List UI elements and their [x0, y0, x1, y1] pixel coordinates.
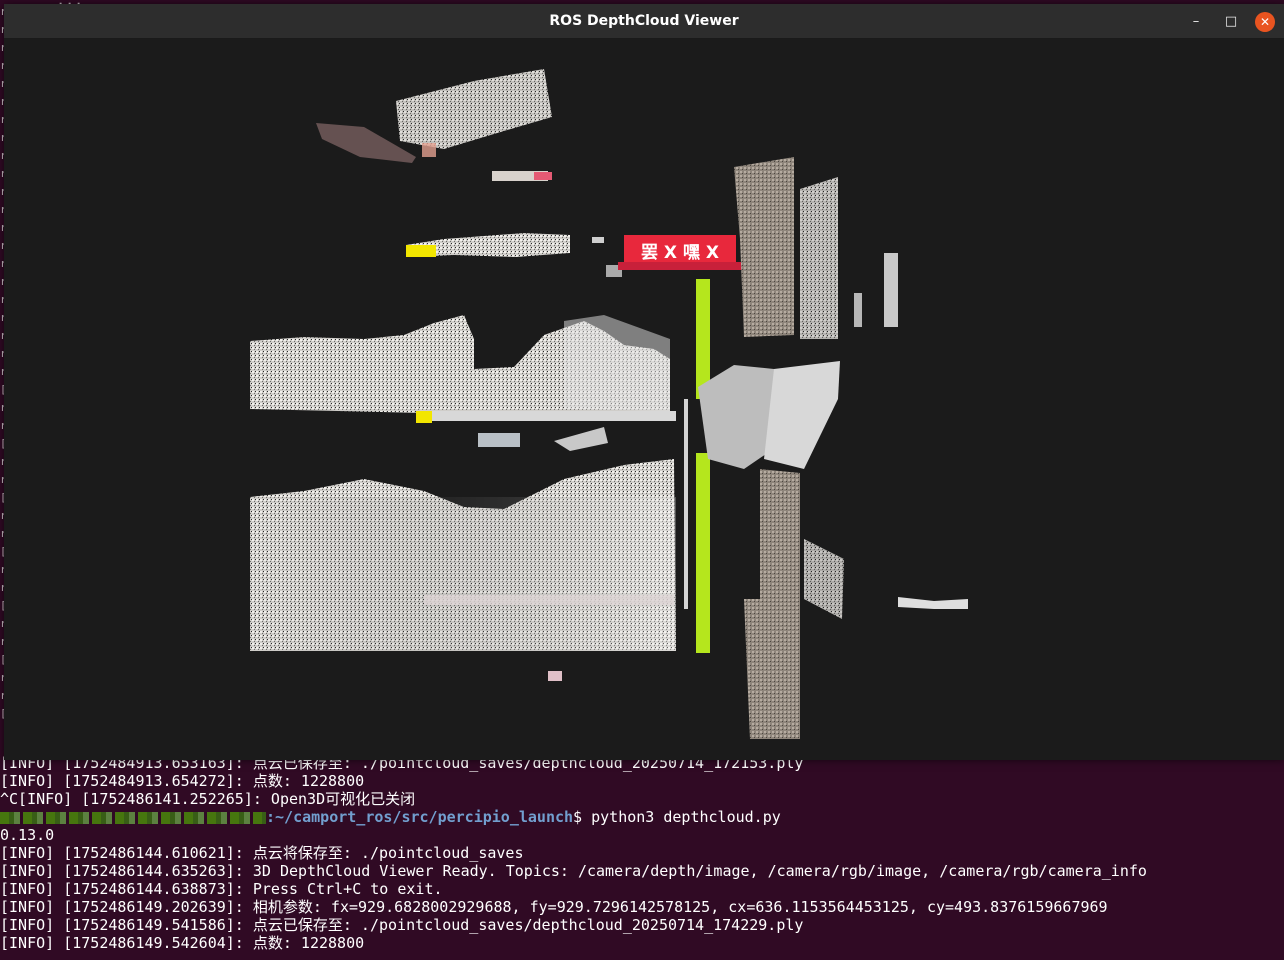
terminal-line: [INFO] [1752486149.202639]: 相机参数: fx=929… [0, 898, 1108, 916]
terminal-line: [INFO] [1752486144.638873]: Press Ctrl+C… [0, 880, 443, 898]
ceiling-fragment [316, 69, 552, 181]
terminal-line: 0.13.0 [0, 826, 55, 844]
window-title: ROS DepthCloud Viewer [549, 13, 739, 29]
prompt-path: :~/camport_ros/src/percipio_launch [266, 808, 574, 826]
terminal-output: [INFO] [1752484913.653163]: 点云已保存至: ./po… [0, 754, 1284, 952]
sign-text: 罢 X 嘿 X [641, 243, 719, 263]
green-pole [684, 279, 710, 653]
prompt-user-host-redacted [0, 811, 266, 824]
prompt-command: python3 depthcloud.py [591, 808, 781, 826]
prompt-symbol: $ [573, 808, 592, 826]
maximize-button[interactable]: □ [1221, 12, 1241, 32]
terminal-line: [INFO] [1752486144.635263]: 3D DepthClou… [0, 862, 1147, 880]
red-sign: 罢 X 嘿 X [618, 235, 742, 270]
pointcloud-render: 罢 X 嘿 X [250, 69, 968, 739]
terminal-line: [INFO] [1752486144.610621]: 点云将保存至: ./po… [0, 844, 524, 862]
upper-shelf [406, 233, 622, 277]
minimize-button[interactable]: – [1186, 12, 1206, 32]
lower-cabinet [250, 459, 676, 681]
pointcloud-viewport[interactable]: 罢 X 嘿 X [4, 39, 1284, 760]
close-button[interactable]: ✕ [1255, 12, 1275, 32]
terminal-line: [INFO] [1752486149.542604]: 点数: 1228800 [0, 934, 365, 952]
terminal-prompt-line: :~/camport_ros/src/percipio_launch$ pyth… [0, 808, 1284, 826]
terminal-line: [INFO] [1752486149.541586]: 点云已保存至: ./po… [0, 916, 804, 934]
terminal-line: ^C[INFO] [1752486141.252265]: Open3D可视化已… [0, 790, 416, 808]
terminal-line: [INFO] [1752484913.654272]: 点数: 1228800 [0, 772, 365, 790]
depthcloud-viewer-window[interactable]: ROS DepthCloud Viewer – □ ✕ 罢 X 嘿 X [4, 4, 1284, 760]
middle-cabinet [250, 315, 676, 451]
right-wall [698, 157, 968, 739]
window-titlebar[interactable]: ROS DepthCloud Viewer – □ ✕ [4, 4, 1284, 39]
